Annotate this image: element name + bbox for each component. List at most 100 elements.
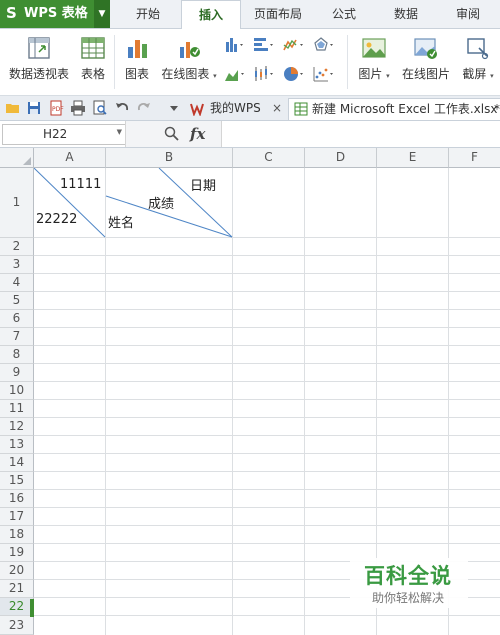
row-header[interactable]: 14 xyxy=(0,454,34,472)
spreadsheet-file-icon xyxy=(294,102,308,116)
zoom-function-icon[interactable] xyxy=(164,126,180,142)
row-header-1[interactable]: 1 xyxy=(0,168,34,238)
screenshot-icon xyxy=(467,38,489,60)
print-preview-icon[interactable] xyxy=(92,100,108,116)
cell-a1-bottom-text: 22222 xyxy=(36,212,78,227)
row-header[interactable]: 3 xyxy=(0,256,34,274)
corner-triangle-icon xyxy=(23,157,31,165)
cell-reference: H22 xyxy=(43,127,68,141)
doc-tab-my-wps[interactable]: 我的WPS × xyxy=(190,98,286,119)
stock-chart-icon[interactable] xyxy=(253,65,275,83)
column-header-d[interactable]: D xyxy=(305,148,377,168)
quick-access-bar: PDF 我的WPS × 新建 Microsoft Excel 工作表.xlsx … xyxy=(0,96,500,121)
wps-logo-icon: S xyxy=(6,4,17,22)
pie-chart-icon[interactable] xyxy=(283,65,305,83)
app-title: WPS 表格 xyxy=(24,6,88,21)
select-all-corner[interactable] xyxy=(0,148,34,168)
row-header[interactable]: 20 xyxy=(0,562,34,580)
area-chart-icon[interactable] xyxy=(224,65,246,83)
pivot-table-icon xyxy=(28,37,50,59)
export-pdf-icon[interactable]: PDF xyxy=(48,100,64,116)
row-header[interactable]: 6 xyxy=(0,310,34,328)
row-header[interactable]: 8 xyxy=(0,346,34,364)
online-chart-label: 在线图表 ▾ xyxy=(161,67,217,81)
tab-page-layout[interactable]: 页面布局 xyxy=(242,0,314,28)
cell-a1-top-text: 11111 xyxy=(60,177,102,192)
row-header[interactable]: 16 xyxy=(0,490,34,508)
chart-label: 图表 xyxy=(124,67,149,81)
tab-data[interactable]: 数据 xyxy=(378,0,434,28)
screenshot-label: 截屏 ▾ xyxy=(462,67,494,81)
column-chart-icon[interactable] xyxy=(224,36,246,54)
row-header[interactable]: 11 xyxy=(0,400,34,418)
tab-insert[interactable]: 插入 xyxy=(181,0,241,30)
cell-b1-bottom-text: 姓名 xyxy=(108,216,135,231)
table-button[interactable]: 表格 xyxy=(78,35,108,81)
ribbon-separator xyxy=(347,35,348,89)
cell-b1-middle-text: 成绩 xyxy=(148,197,175,212)
ribbon-insert: 数据透视表 表格 图表 在线图表 ▾ 图片 ▾ 在线图片 截屏 ▾ xyxy=(0,29,500,96)
online-picture-button[interactable]: 在线图片 xyxy=(400,35,452,81)
row-header[interactable]: 10 xyxy=(0,382,34,400)
radar-chart-icon[interactable] xyxy=(313,36,335,54)
doc-tab-excel-workbook[interactable]: 新建 Microsoft Excel 工作表.xlsx * xyxy=(288,98,500,120)
table-label: 表格 xyxy=(80,67,105,81)
table-icon xyxy=(81,37,105,59)
save-icon[interactable] xyxy=(26,100,42,116)
undo-icon[interactable] xyxy=(114,100,130,116)
tab-formulas[interactable]: 公式 xyxy=(316,0,372,28)
quick-access-dropdown-icon[interactable] xyxy=(166,100,182,116)
open-folder-icon[interactable] xyxy=(5,100,21,116)
print-icon[interactable] xyxy=(70,100,86,116)
chart-button[interactable]: 图表 xyxy=(121,35,153,81)
column-header-b[interactable]: B xyxy=(106,148,233,168)
app-menu-button[interactable]: S WPS 表格 ▼ xyxy=(0,0,110,28)
row-header[interactable]: 12 xyxy=(0,418,34,436)
row-header[interactable]: 15 xyxy=(0,472,34,490)
menu-bar: S WPS 表格 ▼ 开始 插入 页面布局 公式 数据 审阅 xyxy=(0,0,500,30)
redo-icon[interactable] xyxy=(136,100,152,116)
row-header[interactable]: 13 xyxy=(0,436,34,454)
watermark-subtitle: 助你轻松解决 xyxy=(372,591,445,605)
doc-tab-label: 新建 Microsoft Excel 工作表.xlsx xyxy=(312,102,498,116)
insert-function-button[interactable]: fx xyxy=(190,125,205,143)
formula-input[interactable] xyxy=(222,124,498,144)
modified-indicator: * xyxy=(494,102,500,116)
column-header-c[interactable]: C xyxy=(233,148,305,168)
name-box[interactable]: H22 ▼ xyxy=(2,124,126,145)
horizontal-bar-chart-icon[interactable] xyxy=(253,36,275,54)
column-header-f[interactable]: F xyxy=(449,148,500,168)
watermark-title: 百科全说 xyxy=(364,564,452,588)
wps-tab-icon xyxy=(190,103,204,116)
close-icon[interactable]: × xyxy=(272,98,282,119)
chevron-down-icon[interactable]: ▼ xyxy=(117,128,122,136)
doc-tab-label: 我的WPS xyxy=(210,101,261,115)
tab-home[interactable]: 开始 xyxy=(112,0,184,28)
pivot-table-button[interactable]: 数据透视表 xyxy=(8,35,70,81)
row-header[interactable]: 23 xyxy=(0,616,34,635)
line-chart-icon[interactable] xyxy=(283,36,305,54)
tab-review[interactable]: 审阅 xyxy=(440,0,496,28)
cell-b1-top-text: 日期 xyxy=(190,179,217,194)
online-chart-icon xyxy=(180,42,200,58)
svg-text:PDF: PDF xyxy=(52,106,64,113)
online-chart-button[interactable]: 在线图表 ▾ xyxy=(158,35,220,83)
row-header[interactable]: 7 xyxy=(0,328,34,346)
row-header[interactable]: 17 xyxy=(0,508,34,526)
row-header[interactable]: 2 xyxy=(0,238,34,256)
scatter-chart-icon[interactable] xyxy=(313,65,335,83)
formula-bar: H22 ▼ fx xyxy=(0,121,500,148)
row-header[interactable]: 5 xyxy=(0,292,34,310)
row-header[interactable]: 9 xyxy=(0,364,34,382)
row-header[interactable]: 4 xyxy=(0,274,34,292)
chevron-down-icon[interactable]: ▼ xyxy=(94,0,110,28)
picture-button[interactable]: 图片 ▾ xyxy=(354,35,394,83)
online-picture-icon xyxy=(414,38,437,59)
row-header-selected[interactable]: 22 xyxy=(0,598,34,616)
screenshot-button[interactable]: 截屏 ▾ xyxy=(458,35,498,83)
column-header-e[interactable]: E xyxy=(377,148,449,168)
row-header[interactable]: 21 xyxy=(0,580,34,598)
row-header[interactable]: 18 xyxy=(0,526,34,544)
row-header[interactable]: 19 xyxy=(0,544,34,562)
column-header-a[interactable]: A xyxy=(34,148,106,168)
